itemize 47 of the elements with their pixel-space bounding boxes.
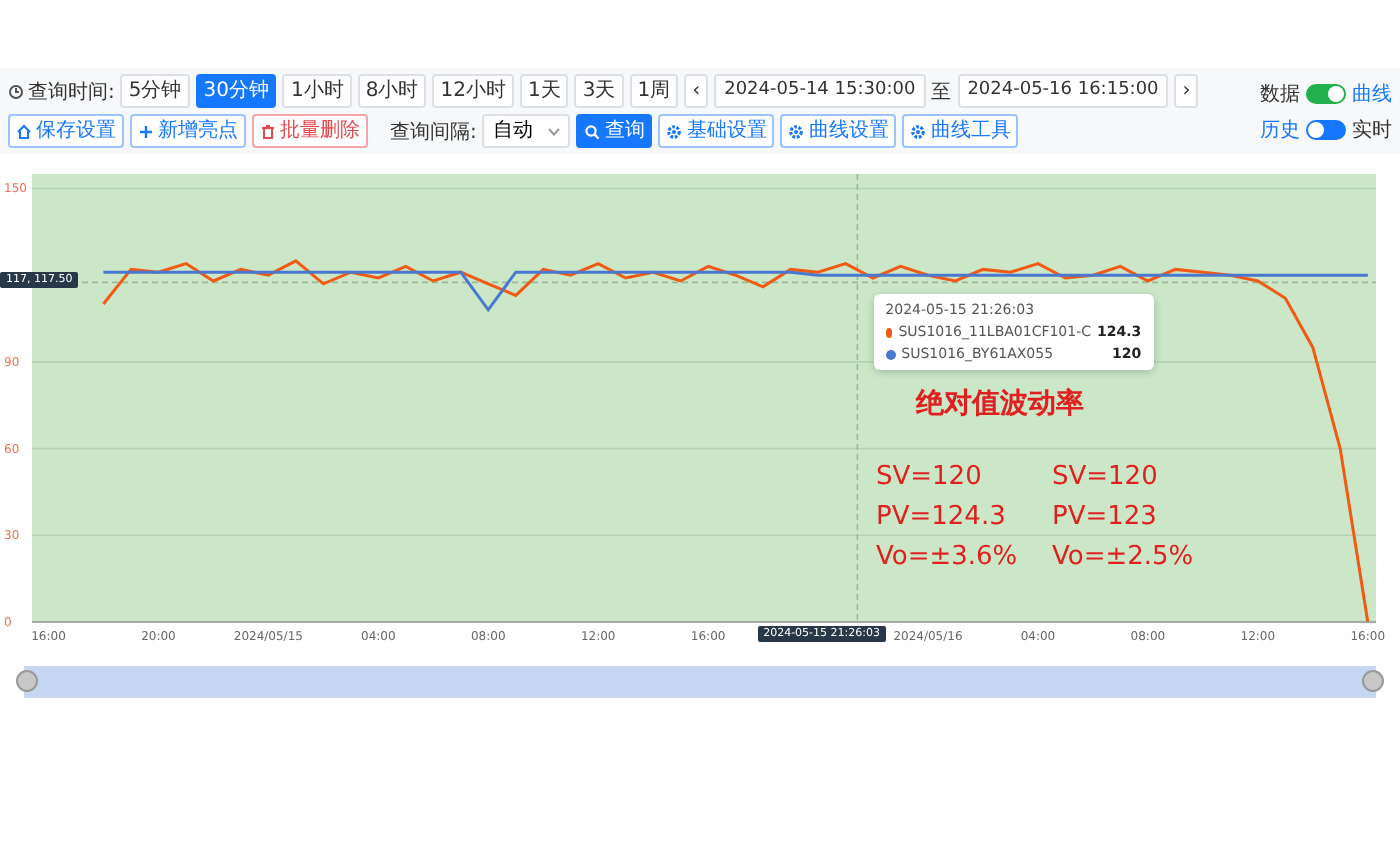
chart-note: PV=123 — [1052, 502, 1159, 532]
query-time-label: 查询时间: — [8, 77, 115, 105]
caret-icon — [548, 127, 561, 135]
tool-button[interactable]: 基础设置 — [658, 114, 775, 148]
time-range-button[interactable]: 8小时 — [357, 74, 427, 108]
action-button[interactable]: 新增亮点 — [130, 114, 246, 148]
toggle-switch[interactable] — [1306, 83, 1346, 103]
toggle-switch[interactable] — [1306, 119, 1346, 139]
toggle-label: 曲线 — [1352, 81, 1392, 107]
slider-handle[interactable] — [1362, 670, 1384, 692]
time-range-button[interactable]: 5分钟 — [120, 74, 190, 108]
chart-note: SV=120 — [876, 462, 984, 492]
next-button[interactable]: › — [1174, 74, 1199, 108]
tool-button[interactable]: 查询 — [576, 114, 653, 148]
clock-icon — [8, 83, 24, 99]
trash-icon — [260, 123, 276, 139]
gear-icon — [788, 123, 805, 139]
tool-button[interactable]: 曲线设置 — [780, 114, 897, 148]
slider-handle[interactable] — [16, 670, 38, 692]
previous-button[interactable]: ‹ — [684, 74, 709, 108]
time-range-button[interactable]: 1天 — [519, 74, 569, 108]
chart-note: PV=124.3 — [876, 502, 1008, 532]
search-icon — [584, 123, 601, 139]
toggle-label: 实时 — [1352, 117, 1392, 143]
interval-select[interactable]: 自动 — [482, 114, 571, 148]
chart-note: Vo=±3.6% — [876, 542, 1018, 572]
time-range-button[interactable]: 1小时 — [282, 74, 352, 108]
gear-icon — [910, 123, 927, 139]
interval-label: 查询间隔: — [390, 119, 477, 145]
chart-note: SV=120 — [1052, 462, 1160, 492]
start-date-field[interactable]: 2024-05-14 15:30:00 — [714, 74, 926, 108]
end-date-field[interactable]: 2024-05-16 16:15:00 — [957, 74, 1169, 108]
chart-note: Vo=±2.5% — [1052, 542, 1194, 572]
home-icon — [16, 123, 32, 139]
tool-button[interactable]: 曲线工具 — [902, 114, 1019, 148]
time-range-button[interactable]: 12小时 — [432, 74, 514, 108]
toggle-label: 数据 — [1260, 81, 1300, 107]
action-button[interactable]: 保存设置 — [8, 114, 124, 148]
chart-note-title: 绝对值波动率 — [916, 386, 1084, 422]
toggle-label: 历史 — [1260, 117, 1300, 143]
time-range-button[interactable]: 30分钟 — [195, 74, 277, 108]
time-range-button[interactable]: 3天 — [574, 74, 624, 108]
time-range-button[interactable]: 1周 — [629, 74, 679, 108]
range-separator: 至 — [931, 79, 952, 105]
action-button[interactable]: 批量删除 — [252, 114, 368, 148]
plus-icon — [138, 123, 154, 139]
gear-icon — [666, 123, 683, 139]
